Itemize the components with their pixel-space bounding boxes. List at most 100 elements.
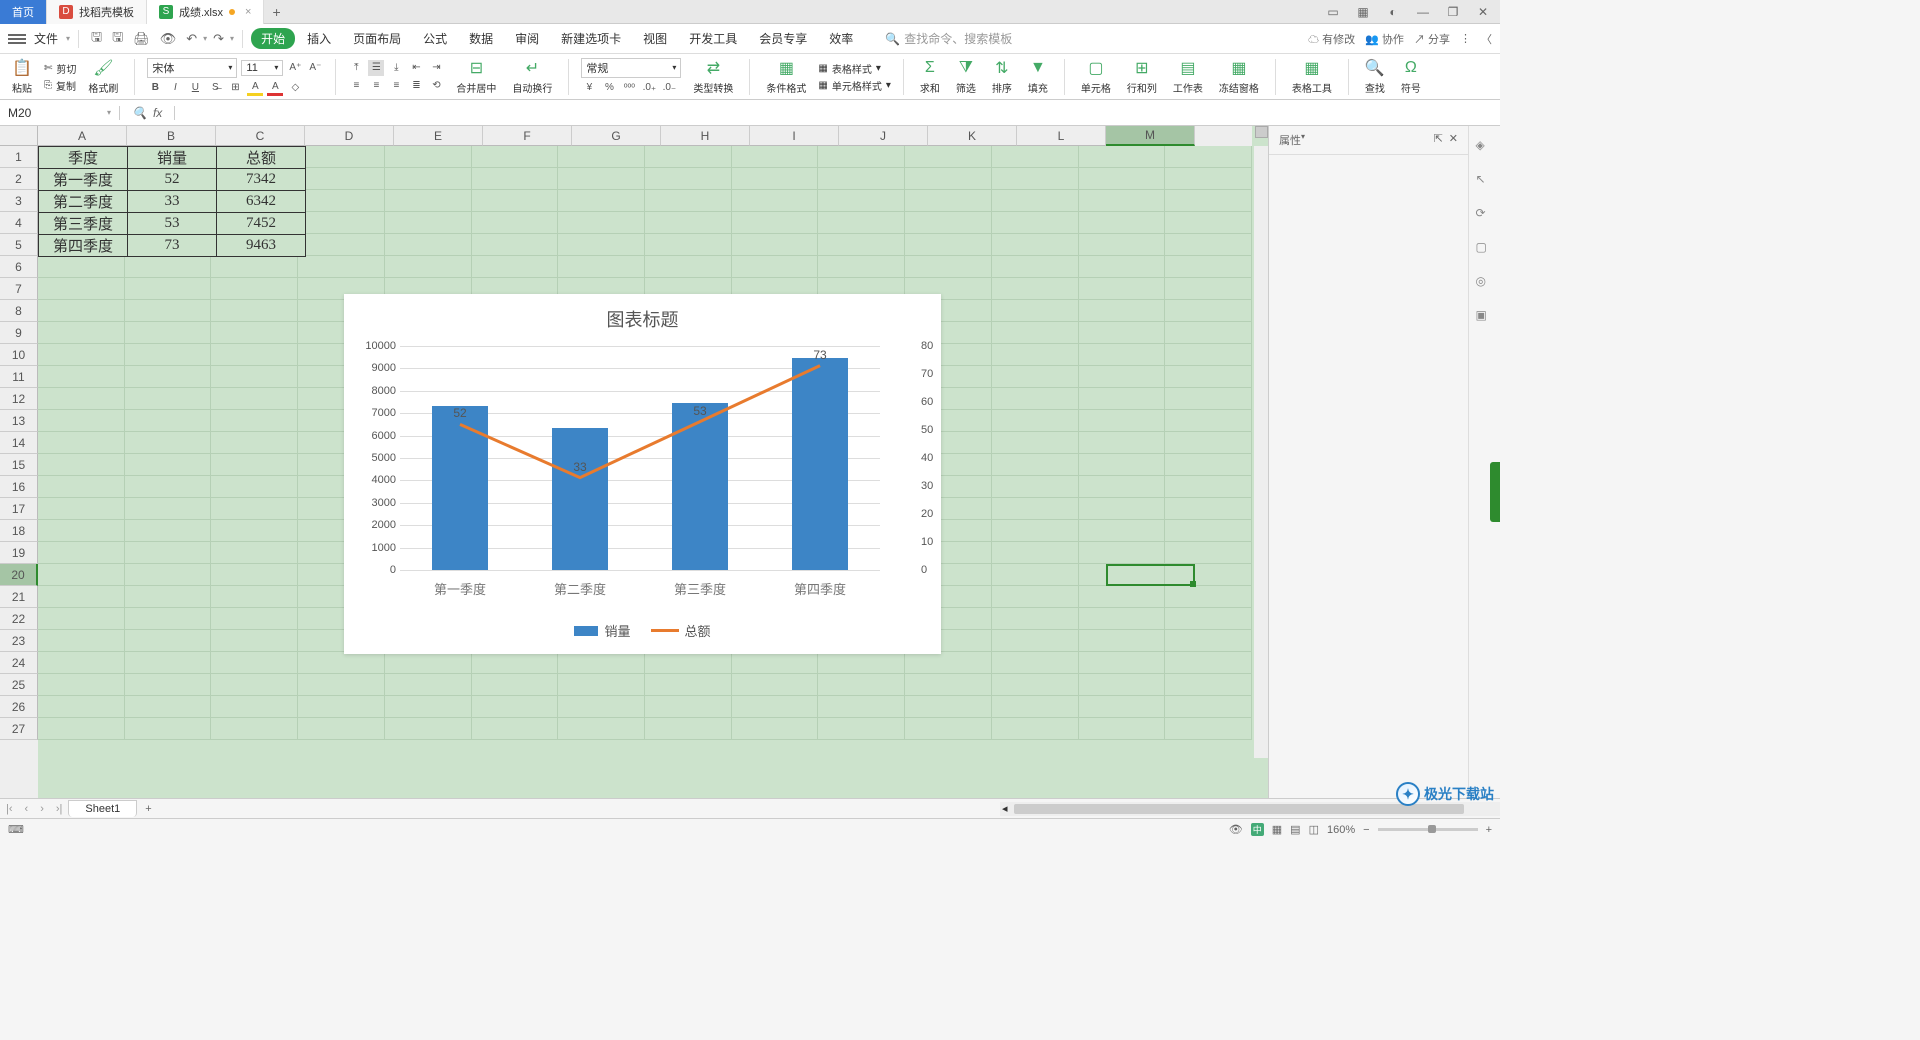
strike-button[interactable]: S̶ — [207, 80, 223, 96]
ribbon-tab-insert[interactable]: 插入 — [297, 30, 341, 47]
row-header[interactable]: 12 — [0, 388, 38, 410]
merge-center-button[interactable]: ⊟合并居中 — [452, 56, 500, 97]
freeze-pane-button[interactable]: ▦冻结窗格 — [1215, 56, 1263, 97]
pin-icon[interactable]: ⇱ — [1434, 132, 1443, 148]
ribbon-tab-start[interactable]: 开始 — [251, 28, 295, 49]
paste-button[interactable]: 📋粘贴 — [8, 56, 36, 97]
italic-button[interactable]: I — [167, 80, 183, 96]
input-mode-icon[interactable]: ⌨ — [8, 823, 24, 836]
collapse-ribbon-icon[interactable]: 〈 — [1481, 31, 1492, 47]
sheet-next-icon[interactable]: › — [34, 803, 50, 815]
collab-button[interactable]: 👥 协作 — [1365, 31, 1404, 47]
align-top-icon[interactable]: ⤒ — [348, 60, 364, 76]
ribbon-tab-formula[interactable]: 公式 — [413, 30, 457, 47]
row-header[interactable]: 14 — [0, 432, 38, 454]
decrease-font-icon[interactable]: A⁻ — [307, 60, 323, 76]
thousands-icon[interactable]: ᵒᵒᵒ — [621, 80, 637, 96]
align-left-icon[interactable]: ≡ — [348, 78, 364, 94]
view-page-icon[interactable]: ▤ — [1290, 823, 1300, 836]
command-search[interactable]: 🔍 查找命令、搜索模板 — [885, 30, 1012, 47]
style-icon[interactable]: ◈ — [1476, 138, 1494, 156]
save-as-icon[interactable]: 🖫 — [108, 28, 127, 50]
row-header[interactable]: 17 — [0, 498, 38, 520]
close-panel-icon[interactable]: ✕ — [1449, 132, 1458, 148]
row-header[interactable]: 15 — [0, 454, 38, 476]
row-header[interactable]: 11 — [0, 366, 38, 388]
fill-button[interactable]: ▼填充 — [1024, 56, 1052, 97]
vertical-scrollbar[interactable] — [1254, 146, 1268, 758]
row-header[interactable]: 27 — [0, 718, 38, 740]
sum-button[interactable]: Σ求和 — [916, 56, 944, 97]
row-header[interactable]: 5 — [0, 234, 38, 256]
column-header[interactable]: H — [661, 126, 750, 146]
underline-button[interactable]: U — [187, 80, 203, 96]
row-header[interactable]: 4 — [0, 212, 38, 234]
column-header[interactable]: A — [38, 126, 127, 146]
column-header[interactable]: D — [305, 126, 394, 146]
ribbon-tab-data[interactable]: 数据 — [459, 30, 503, 47]
zoom-out-icon[interactable]: − — [1363, 824, 1369, 836]
name-box[interactable]: M20▾ — [0, 106, 120, 120]
row-header[interactable]: 6 — [0, 256, 38, 278]
help-icon[interactable]: ▣ — [1476, 308, 1494, 326]
apps-icon[interactable]: ▦ — [1354, 5, 1372, 19]
ribbon-tab-review[interactable]: 审阅 — [505, 30, 549, 47]
align-right-icon[interactable]: ≡ — [388, 78, 404, 94]
tab-home[interactable]: 首页 — [0, 0, 47, 24]
align-middle-icon[interactable]: ☰ — [368, 60, 384, 76]
percent-icon[interactable]: % — [601, 80, 617, 96]
add-sheet-button[interactable]: + — [137, 803, 159, 815]
fill-color-button[interactable]: A — [247, 80, 263, 96]
decimal-inc-icon[interactable]: .0₊ — [641, 80, 657, 96]
column-header[interactable]: L — [1017, 126, 1106, 146]
split-handle[interactable] — [1255, 126, 1268, 138]
indent-increase-icon[interactable]: ⇥ — [428, 60, 444, 76]
fx-icon[interactable]: fx — [153, 106, 162, 120]
eye-icon[interactable]: 👁 — [1229, 823, 1243, 836]
print-icon[interactable]: 🖨 — [129, 31, 154, 47]
minimize-icon[interactable]: — — [1414, 5, 1432, 19]
orientation-icon[interactable]: ⟲ — [428, 78, 444, 94]
row-header[interactable]: 16 — [0, 476, 38, 498]
currency-icon[interactable]: ¥ — [581, 80, 597, 96]
view-normal-icon[interactable]: ▦ — [1272, 823, 1282, 836]
select-all-corner[interactable] — [0, 126, 38, 146]
row-header[interactable]: 8 — [0, 300, 38, 322]
layout-icon[interactable]: ▭ — [1324, 5, 1342, 19]
column-header[interactable]: K — [928, 126, 1017, 146]
decimal-dec-icon[interactable]: .0₋ — [661, 80, 677, 96]
column-header[interactable]: F — [483, 126, 572, 146]
more-icon[interactable]: ⋮ — [1460, 32, 1471, 45]
sheet-last-icon[interactable]: ›| — [50, 803, 69, 815]
row-header[interactable]: 10 — [0, 344, 38, 366]
hamburger-icon[interactable] — [8, 34, 26, 44]
cell-button[interactable]: ▢单元格 — [1077, 56, 1115, 97]
backup-icon[interactable]: ◎ — [1476, 274, 1494, 292]
sheet-prev-icon[interactable]: ‹ — [19, 803, 35, 815]
cancel-formula-icon[interactable]: 🔍 — [132, 106, 147, 120]
border-button[interactable]: ⊞ — [227, 80, 243, 96]
ribbon-tab-view[interactable]: 视图 — [633, 30, 677, 47]
find-button[interactable]: 🔍查找 — [1361, 56, 1389, 97]
row-header[interactable]: 23 — [0, 630, 38, 652]
table-style-button[interactable]: ▦ 表格样式▾ — [818, 61, 890, 76]
right-collapse-handle[interactable] — [1490, 462, 1500, 522]
ribbon-tab-layout[interactable]: 页面布局 — [343, 30, 411, 47]
row-header[interactable]: 21 — [0, 586, 38, 608]
row-header[interactable]: 19 — [0, 542, 38, 564]
ribbon-tab-dev[interactable]: 开发工具 — [679, 30, 747, 47]
view-break-icon[interactable]: ◫ — [1309, 823, 1319, 836]
sort-button[interactable]: ⇅排序 — [988, 56, 1016, 97]
align-justify-icon[interactable]: ≣ — [408, 78, 424, 94]
row-header[interactable]: 2 — [0, 168, 38, 190]
row-header[interactable]: 25 — [0, 674, 38, 696]
print-preview-icon[interactable]: 👁 — [156, 31, 181, 47]
column-header[interactable]: J — [839, 126, 928, 146]
row-header[interactable]: 22 — [0, 608, 38, 630]
ribbon-tab-member[interactable]: 会员专享 — [749, 30, 817, 47]
filter-button[interactable]: ⧩筛选 — [952, 56, 980, 97]
symbol-button[interactable]: Ω符号 — [1397, 56, 1425, 97]
column-header[interactable]: G — [572, 126, 661, 146]
column-header[interactable]: B — [127, 126, 216, 146]
share-button[interactable]: ↗ 分享 — [1414, 31, 1450, 47]
